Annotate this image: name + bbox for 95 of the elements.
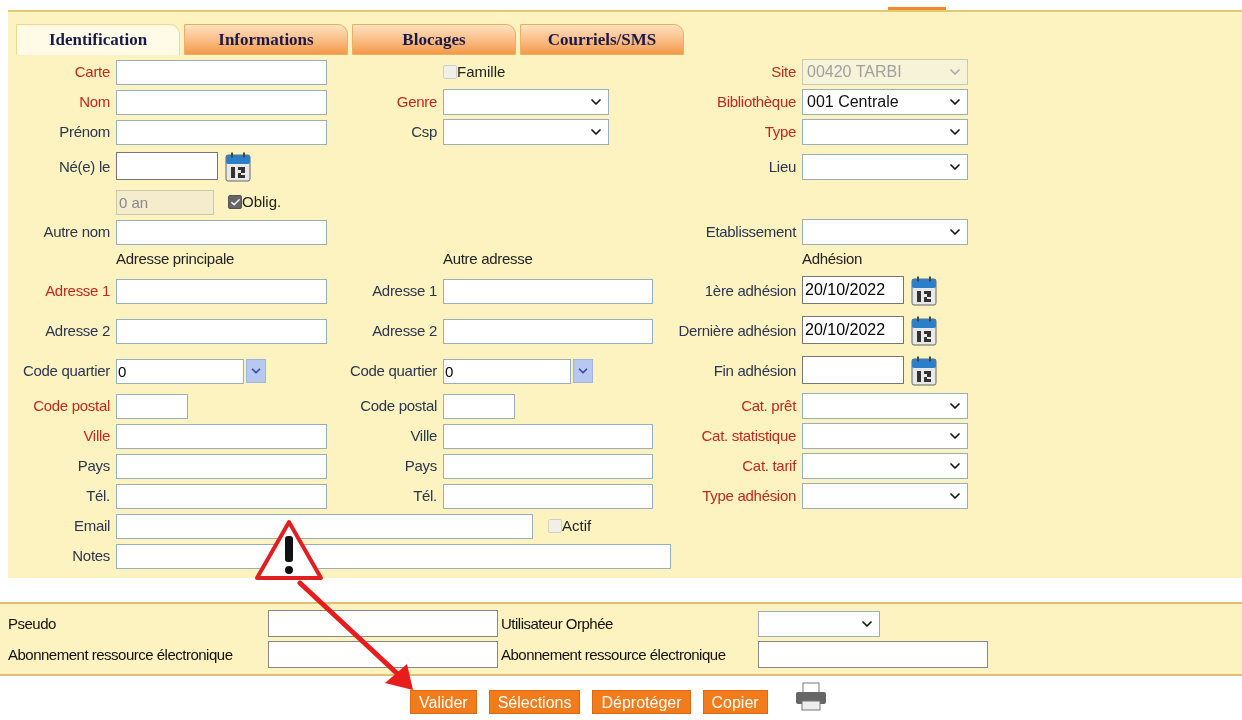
field-label: Cat. tarif xyxy=(742,455,796,476)
field-label: Pays xyxy=(404,455,437,476)
tab[interactable]: Blocages xyxy=(352,24,516,55)
dropdown-button[interactable] xyxy=(246,359,266,383)
checkbox-label: Famille xyxy=(457,61,506,82)
date-input[interactable] xyxy=(802,356,904,384)
field-label: Notes xyxy=(72,545,110,566)
text-input[interactable] xyxy=(443,453,653,479)
text-input[interactable] xyxy=(116,483,327,509)
dropdown[interactable] xyxy=(802,483,968,509)
text-input[interactable] xyxy=(443,318,653,344)
text-input[interactable] xyxy=(116,453,327,479)
dropdown[interactable] xyxy=(802,453,968,479)
dropdown[interactable] xyxy=(758,610,880,637)
dropdown[interactable] xyxy=(443,89,609,115)
field-label: Code postal xyxy=(33,395,110,416)
field-label: Code quartier xyxy=(350,360,437,381)
field-label: Ville xyxy=(83,425,110,446)
field-label: Nom xyxy=(79,91,110,112)
field-label: 1ère adhésion xyxy=(704,280,796,301)
calendar-icon[interactable] xyxy=(911,356,937,386)
text-input[interactable] xyxy=(116,219,327,245)
field-label: Code quartier xyxy=(23,360,110,381)
field-label: Né(e) le xyxy=(59,156,110,177)
field-label: Adresse 1 xyxy=(45,280,110,301)
calendar-icon[interactable] xyxy=(911,276,937,306)
field-label: Utilisateur Orphée xyxy=(501,614,613,632)
text-input[interactable]: 0 xyxy=(443,358,571,384)
field-label: Tél. xyxy=(86,485,110,506)
field-label: Abonnement ressource électronique xyxy=(8,645,233,663)
section-heading: Adhésion xyxy=(802,248,863,269)
field-label: Etablissement xyxy=(705,221,796,242)
field-label: Pseudo xyxy=(8,614,56,632)
dropdown[interactable]: 001 Centrale xyxy=(802,89,968,115)
text-input[interactable] xyxy=(268,641,498,668)
field-label: Code postal xyxy=(360,395,437,416)
tab[interactable]: Informations xyxy=(184,24,348,55)
dropdown-button[interactable] xyxy=(573,359,593,383)
field-label: Adresse 2 xyxy=(372,320,437,341)
section-heading: Autre adresse xyxy=(443,248,533,269)
field-label: Prénom xyxy=(59,121,110,142)
field-label: Bibliothèque xyxy=(717,91,796,112)
text-input[interactable] xyxy=(268,610,498,637)
text-input[interactable] xyxy=(758,641,988,668)
field-label: Lieu xyxy=(768,156,796,177)
tab[interactable]: Courriels/SMS xyxy=(520,24,684,55)
text-input[interactable] xyxy=(443,483,653,509)
text-input[interactable] xyxy=(116,89,327,115)
checkbox-label: Actif xyxy=(562,515,592,536)
field-label: Adresse 1 xyxy=(372,280,437,301)
field-label: Adresse 2 xyxy=(45,320,110,341)
field-label: Csp xyxy=(411,121,437,142)
field-label: Dernière adhésion xyxy=(678,320,796,341)
field-label: Cat. statistique xyxy=(701,425,796,446)
postal-code-input[interactable] xyxy=(443,393,515,419)
date-input[interactable] xyxy=(116,152,218,180)
text-input[interactable] xyxy=(443,278,653,304)
postal-code-input[interactable] xyxy=(116,393,188,419)
field-label: Type xyxy=(764,121,796,142)
section-heading: Adresse principale xyxy=(116,248,234,269)
dropdown[interactable] xyxy=(802,219,968,245)
text-input[interactable] xyxy=(116,119,327,145)
tab[interactable]: Identification xyxy=(16,24,180,55)
dropdown[interactable] xyxy=(802,393,968,419)
calendar-icon[interactable] xyxy=(225,152,251,182)
field-label: Email xyxy=(74,515,110,536)
date-input[interactable]: 20/10/2022 xyxy=(802,316,904,344)
text-input[interactable] xyxy=(116,278,327,304)
text-input[interactable] xyxy=(116,423,327,449)
dropdown[interactable] xyxy=(443,119,609,145)
dropdown[interactable] xyxy=(802,119,968,145)
field-label: Ville xyxy=(410,425,437,446)
field-label: Type adhésion xyxy=(702,485,796,506)
field-label: Cat. prêt xyxy=(741,395,796,416)
field-label: Tél. xyxy=(413,485,437,506)
text-input[interactable]: 0 xyxy=(116,358,244,384)
printer-icon[interactable] xyxy=(793,682,828,712)
field-label: Carte xyxy=(74,61,110,82)
field-label: Genre xyxy=(396,91,437,112)
dropdown[interactable] xyxy=(802,154,968,180)
calendar-icon[interactable] xyxy=(911,316,937,346)
dropdown[interactable] xyxy=(802,423,968,449)
field-label: Autre nom xyxy=(43,221,110,242)
date-input[interactable]: 20/10/2022 xyxy=(802,276,904,304)
field-label: Pays xyxy=(77,455,110,476)
text-input[interactable] xyxy=(443,423,653,449)
field-label: Site xyxy=(771,61,796,82)
text-input[interactable] xyxy=(116,59,327,85)
checkbox-label: Oblig. xyxy=(242,191,282,212)
field-label: Fin adhésion xyxy=(713,360,796,381)
age-input: 0 an xyxy=(116,189,214,215)
text-input[interactable] xyxy=(116,318,327,344)
tab-edge xyxy=(888,7,946,10)
field-label: Abonnement ressource électronique xyxy=(501,645,726,663)
warning-icon xyxy=(253,518,325,582)
